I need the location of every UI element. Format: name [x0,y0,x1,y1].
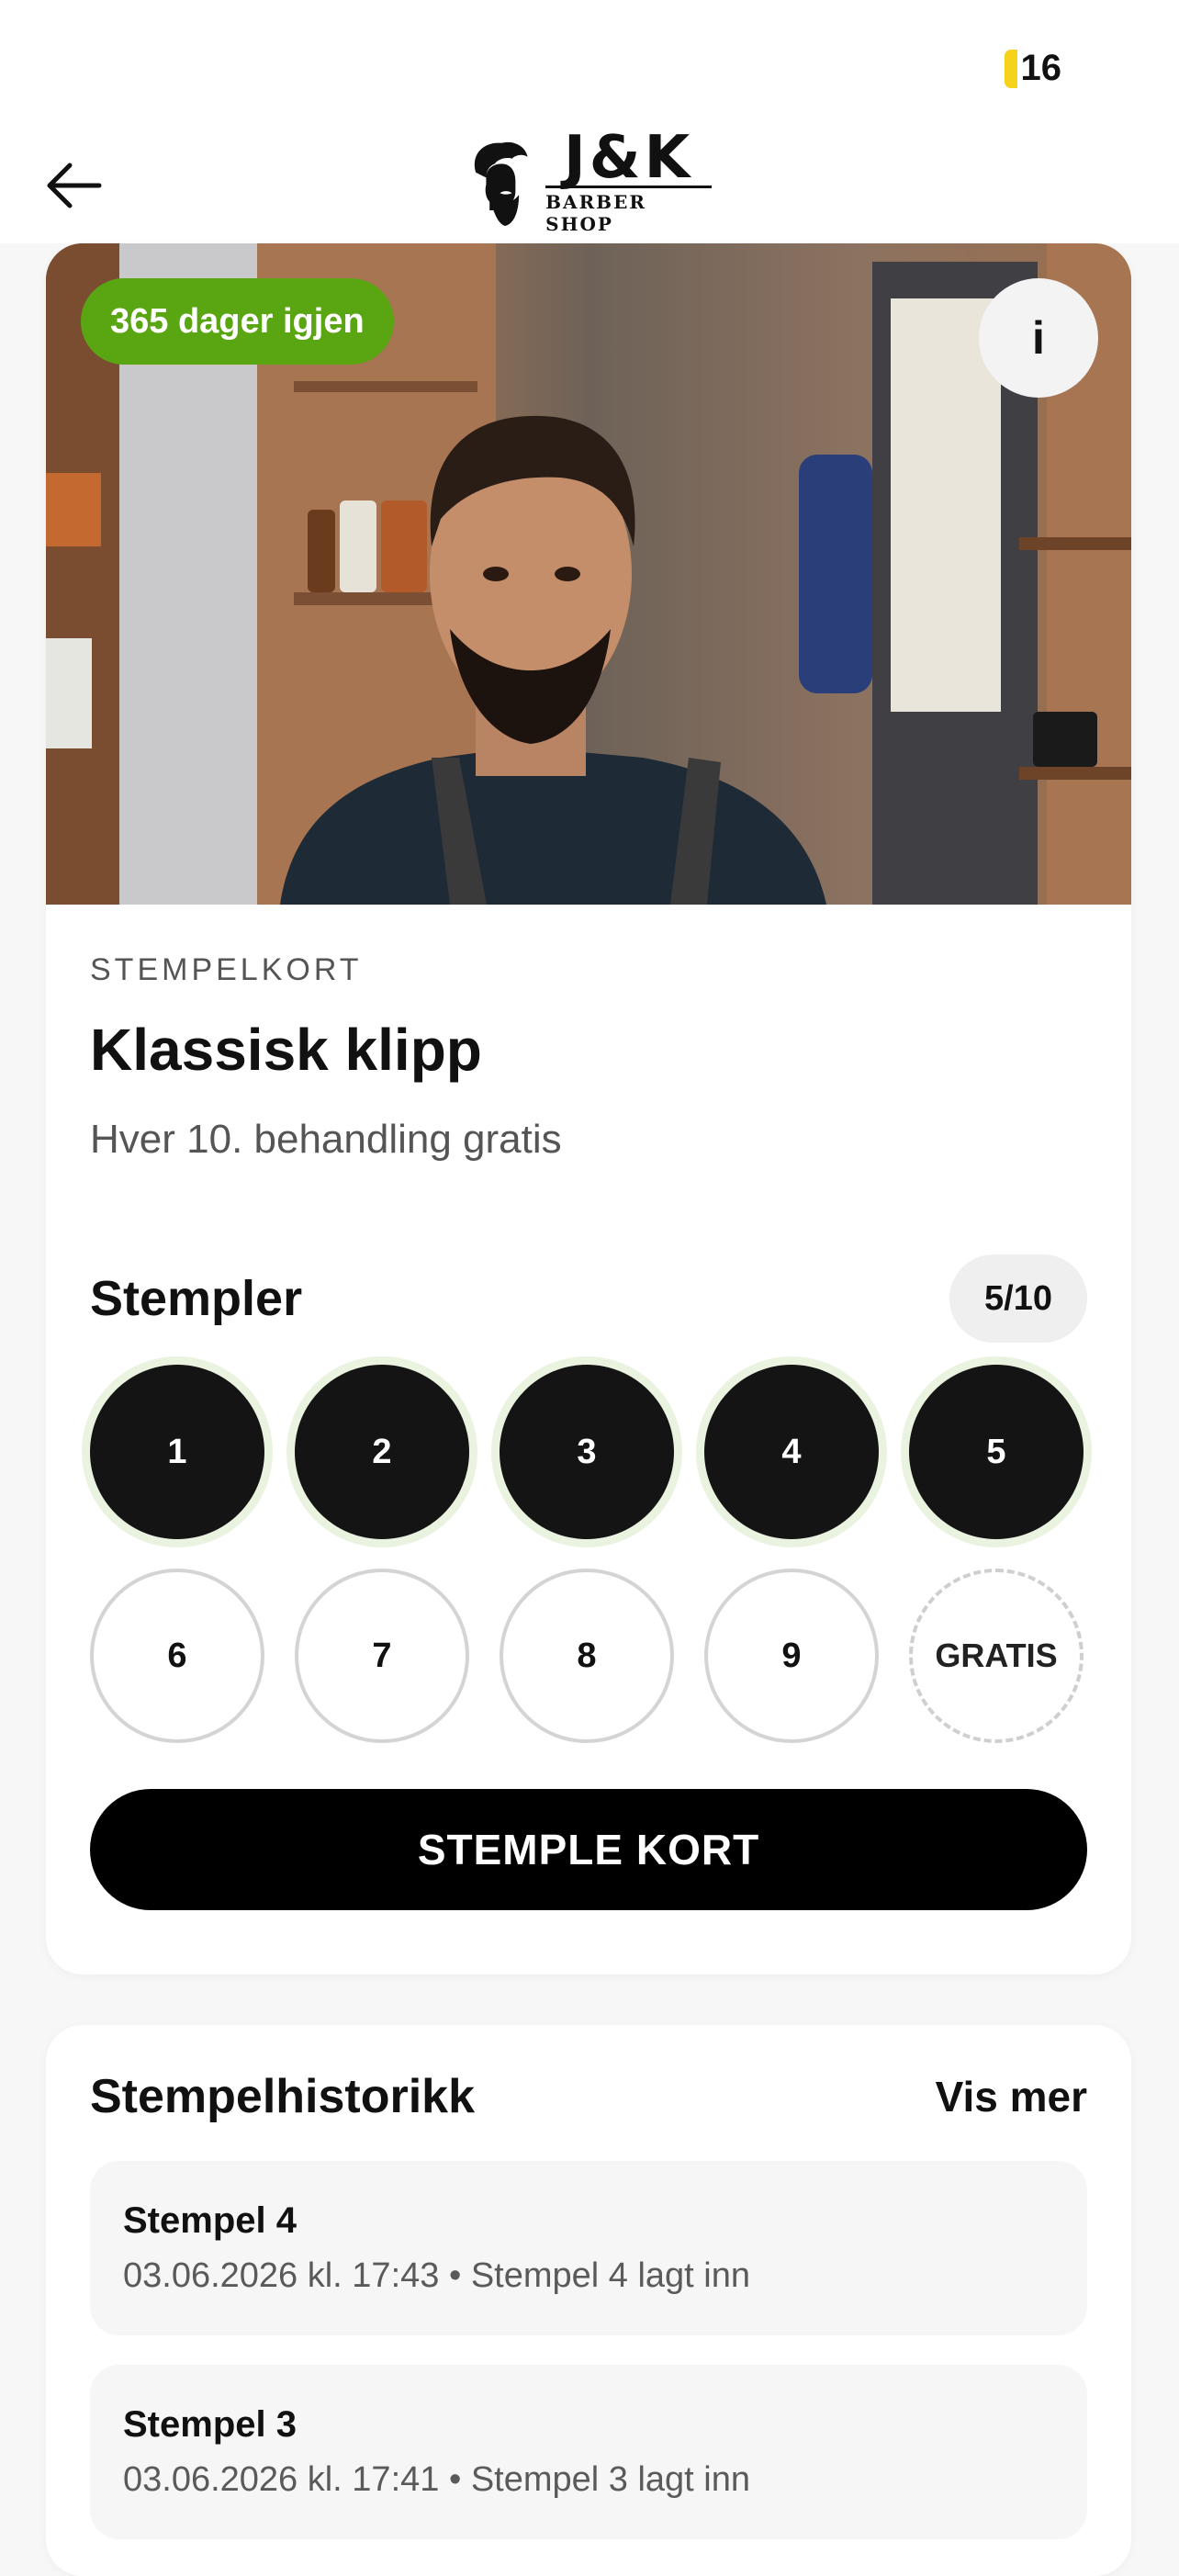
history-item-meta: 03.06.2026 kl. 17:43 • Stempel 4 lagt in… [123,2256,750,2295]
stamp-3: 3 [500,1365,674,1539]
history-header: Stempelhistorikk Vis mer [90,2069,1087,2124]
battery-icon [1004,49,1017,88]
days-left-badge: 365 dager igjen [81,278,394,365]
history-item-meta: 03.06.2026 kl. 17:41 • Stempel 3 lagt in… [123,2460,750,2499]
stamp-8: 8 [500,1569,674,1743]
hero-image: 365 dager igjen i [46,243,1131,905]
show-more-link[interactable]: Vis mer [936,2072,1087,2121]
card-subtitle: Hver 10. behandling gratis [90,1117,562,1162]
stamp-9: 9 [704,1569,879,1743]
history-item-title: Stempel 4 [123,2200,297,2241]
stamp-grid: 1 2 3 4 5 6 7 8 9 GRATIS [90,1365,1087,1743]
stamp-1: 1 [90,1365,264,1539]
card-title: Klassisk klipp [90,1017,482,1083]
logo-title: J&K [563,124,694,192]
nav-bar: J&K BARBER SHOP [0,129,1179,243]
stamps-header: Stempler 5/10 [90,1254,1087,1343]
barber-head-icon [474,141,528,226]
stamp-6: 6 [90,1569,264,1743]
card-body: STEMPELKORT Klassisk klipp Hver 10. beha… [46,952,1131,1910]
arrow-left-icon [47,163,102,208]
history-item-title: Stempel 3 [123,2404,297,2445]
battery-level: 16 [1020,48,1062,88]
logo-wordmark: J&K BARBER SHOP [545,124,712,235]
history-item[interactable]: Stempel 4 03.06.2026 kl. 17:43 • Stempel… [90,2161,1087,2335]
battery-indicator: 16 [1004,48,1062,89]
stamp-2: 2 [295,1365,469,1539]
history-title: Stempelhistorikk [90,2070,476,2123]
back-button[interactable] [37,149,110,222]
stamp-7: 7 [295,1569,469,1743]
stamp-card: 365 dager igjen i STEMPELKORT Klassisk k… [46,243,1131,1974]
logo-subtitle: BARBER SHOP [545,186,712,235]
status-bar: 16 [0,0,1179,138]
card-kicker: STEMPELKORT [90,952,363,987]
info-button[interactable]: i [979,278,1098,398]
history-body: Stempelhistorikk Vis mer Stempel 4 03.06… [46,2069,1131,2539]
stamps-label: Stempler [90,1271,303,1326]
stamps-count-badge: 5/10 [949,1254,1087,1343]
shop-logo: J&K BARBER SHOP [464,124,712,235]
stamp-free: GRATIS [909,1569,1084,1743]
stamp-4: 4 [704,1365,879,1539]
stamp-5: 5 [909,1365,1084,1539]
stamp-history-card: Stempelhistorikk Vis mer Stempel 4 03.06… [46,2025,1131,2576]
history-item[interactable]: Stempel 3 03.06.2026 kl. 17:41 • Stempel… [90,2365,1087,2539]
stamp-card-button[interactable]: STEMPLE KORT [90,1789,1087,1910]
